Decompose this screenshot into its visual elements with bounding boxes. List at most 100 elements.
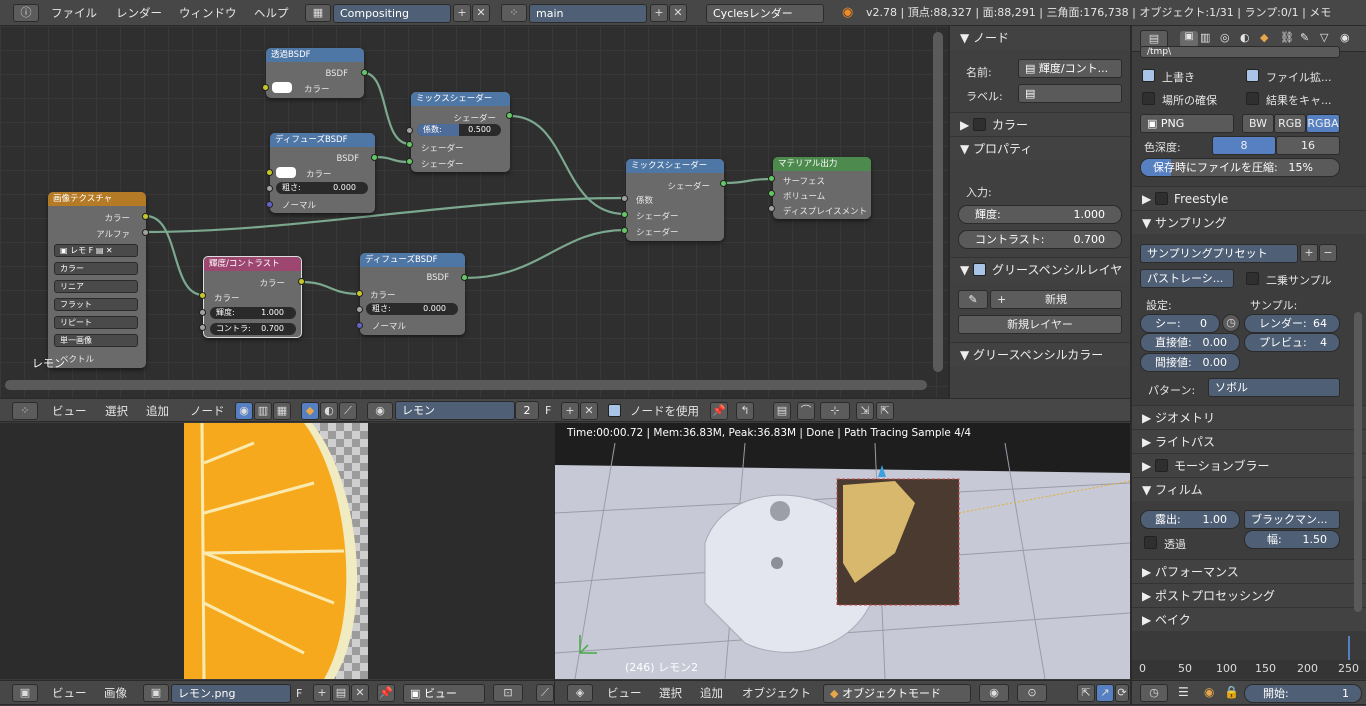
exposure-field[interactable]: 露出: 1.00 <box>1140 510 1240 529</box>
cache-result-checkbox[interactable] <box>1246 92 1259 105</box>
socket[interactable] <box>266 201 273 208</box>
transparent-bsdf-node[interactable]: 透過BSDF BSDF カラー <box>266 48 364 98</box>
area-divider[interactable] <box>1130 26 1132 705</box>
rotate-icon[interactable]: ⟳ <box>1115 684 1129 702</box>
start-frame-field[interactable]: 開始: 1 <box>1244 684 1362 703</box>
close-icon[interactable]: ✕ <box>106 246 113 255</box>
preview-samples-field[interactable]: プレビュ: 4 <box>1244 333 1340 352</box>
format-select[interactable]: ▣ PNG <box>1140 114 1234 133</box>
paste-icon[interactable]: ⇱ <box>876 402 894 420</box>
menu-view[interactable]: ビュー <box>52 681 87 706</box>
mode-select[interactable]: ◆ オブジェクトモード <box>823 684 971 703</box>
socket[interactable] <box>768 190 775 197</box>
socket[interactable] <box>720 180 727 187</box>
socket[interactable] <box>406 141 413 148</box>
socket[interactable] <box>406 158 413 165</box>
modifier-tab-icon[interactable]: ✎ <box>1300 31 1309 44</box>
depth-16-button[interactable]: 16 <box>1276 136 1340 155</box>
linestyle-icon[interactable]: ⟋ <box>339 402 357 420</box>
socket[interactable] <box>356 290 363 297</box>
remove-preset-button[interactable]: − <box>1319 244 1337 262</box>
menu-view[interactable]: ビュー <box>52 399 87 423</box>
projection-select[interactable]: フラット <box>54 298 138 311</box>
unlink-image-button[interactable]: ✕ <box>351 684 369 702</box>
menu-object[interactable]: オブジェクト <box>742 681 811 706</box>
image-editor[interactable] <box>0 423 554 679</box>
color-swatch[interactable] <box>276 167 296 178</box>
parent-tree-icon[interactable]: ↰ <box>736 402 754 420</box>
socket[interactable] <box>768 175 775 182</box>
world-tab-icon[interactable]: ◐ <box>1240 31 1250 44</box>
3d-viewport[interactable]: Time:00:00.72 | Mem:36.83M, Peak:36.83M … <box>555 423 1130 679</box>
image-name-field[interactable]: レモン.png <box>171 684 291 703</box>
socket[interactable] <box>361 69 368 76</box>
color-mode-rgba[interactable]: RGBA <box>1306 114 1340 133</box>
editor-type-icon[interactable]: ◷ <box>1140 684 1168 702</box>
geometry-section-header[interactable]: ▶ ジオメトリ <box>1132 405 1366 429</box>
translate-icon[interactable]: ↗ <box>1096 684 1114 702</box>
menu-render[interactable]: レンダー <box>116 0 162 26</box>
screen-layout-icon[interactable]: ▦ <box>305 4 331 22</box>
performance-section-header[interactable]: ▶ パフォーマンス <box>1132 559 1366 583</box>
overwrite-checkbox[interactable] <box>1142 69 1155 82</box>
socket[interactable] <box>262 84 269 91</box>
material-users[interactable]: 2 <box>515 401 539 420</box>
pin-icon[interactable]: 📌 <box>377 684 395 702</box>
socket[interactable] <box>371 154 378 161</box>
copy-icon[interactable]: ⇲ <box>856 402 874 420</box>
color-mode-bw[interactable]: BW <box>1242 114 1274 133</box>
pivot-icon[interactable]: ⊙ <box>1017 684 1047 702</box>
seed-field[interactable]: シー: 0 <box>1140 314 1220 333</box>
shading-icon[interactable]: ◉ <box>979 684 1009 702</box>
clock-icon[interactable]: ◷ <box>1222 314 1240 332</box>
socket[interactable] <box>356 306 363 313</box>
brightness-field[interactable]: 輝度: 1.000 <box>210 307 296 319</box>
socket[interactable] <box>142 229 149 236</box>
menu-select[interactable]: 選択 <box>105 399 128 423</box>
bake-section-header[interactable]: ▶ ベイク <box>1132 607 1366 631</box>
color-swatch[interactable] <box>272 82 292 93</box>
clamp-indirect-field[interactable]: 間接値: 0.00 <box>1140 353 1240 372</box>
color-mode-rgb[interactable]: RGB <box>1274 114 1306 133</box>
socket[interactable] <box>298 278 305 285</box>
node-name-field[interactable]: ▤ 輝度/コント... <box>1018 59 1122 78</box>
contrast-field[interactable]: コントラ: 0.700 <box>210 323 296 335</box>
new-gp-button[interactable]: + 新規 <box>990 290 1122 309</box>
file-ext-checkbox[interactable] <box>1246 69 1259 82</box>
freestyle-checkbox[interactable] <box>1155 192 1169 205</box>
add-preset-button[interactable]: + <box>1300 244 1318 262</box>
pin-icon[interactable]: 📌 <box>710 402 728 420</box>
post-processing-section-header[interactable]: ▶ ポストプロセッシング <box>1132 583 1366 607</box>
socket[interactable] <box>461 274 468 281</box>
pencil-icon[interactable]: ✎ <box>958 290 988 309</box>
color-space-select[interactable]: カラー <box>54 262 138 275</box>
mix-shader-node[interactable]: ミックスシェーダー シェーダー 係数 シェーダー シェーダー <box>626 159 724 241</box>
image-texture-node[interactable]: 画像テクスチャ カラー アルファ ▣ レモ F ▤ ✕ カラー リニア フラット… <box>48 192 146 368</box>
editor-type-icon[interactable]: ◈ <box>567 684 593 702</box>
constraint-tab-icon[interactable]: ⛓ <box>1280 31 1294 44</box>
filter-select[interactable]: ブラックマン... <box>1244 510 1340 529</box>
fake-user-toggle[interactable]: F <box>296 687 302 700</box>
socket[interactable] <box>199 309 206 316</box>
add-material-button[interactable]: + <box>561 402 579 420</box>
editor-type-icon[interactable]: ▣ <box>12 684 38 702</box>
render-tab-icon[interactable]: ▣ <box>1180 31 1198 47</box>
add-screen-button[interactable]: + <box>453 4 471 22</box>
data-tab-icon[interactable]: ▽ <box>1320 31 1328 44</box>
fake-user[interactable]: F <box>89 246 94 255</box>
menu-help[interactable]: ヘルプ <box>254 0 289 26</box>
horizontal-scrollbar[interactable] <box>5 380 927 390</box>
lock-icon[interactable]: 🔒 <box>1224 685 1239 699</box>
mix-shader-node[interactable]: ミックスシェーダー シェーダー 係数: 0.500 シェーダー シェーダー <box>411 92 510 172</box>
menu-image[interactable]: 画像 <box>104 681 127 706</box>
object-tab-icon[interactable]: ◆ <box>1260 31 1268 44</box>
diffuse-bsdf-node[interactable]: ディフューズBSDF BSDF カラー 粗さ: 0.000 ノーマル <box>270 133 375 213</box>
menu-add[interactable]: 追加 <box>700 681 723 706</box>
compositing-nodes-icon[interactable]: ▥ <box>254 402 272 420</box>
pattern-select[interactable]: ソボル <box>1208 378 1340 397</box>
socket[interactable] <box>506 112 513 119</box>
extension-select[interactable]: リピート <box>54 316 138 329</box>
socket[interactable] <box>266 169 273 176</box>
placeholders-checkbox[interactable] <box>1142 92 1155 105</box>
view-mode-select[interactable]: ▣ ビュー <box>403 684 485 703</box>
